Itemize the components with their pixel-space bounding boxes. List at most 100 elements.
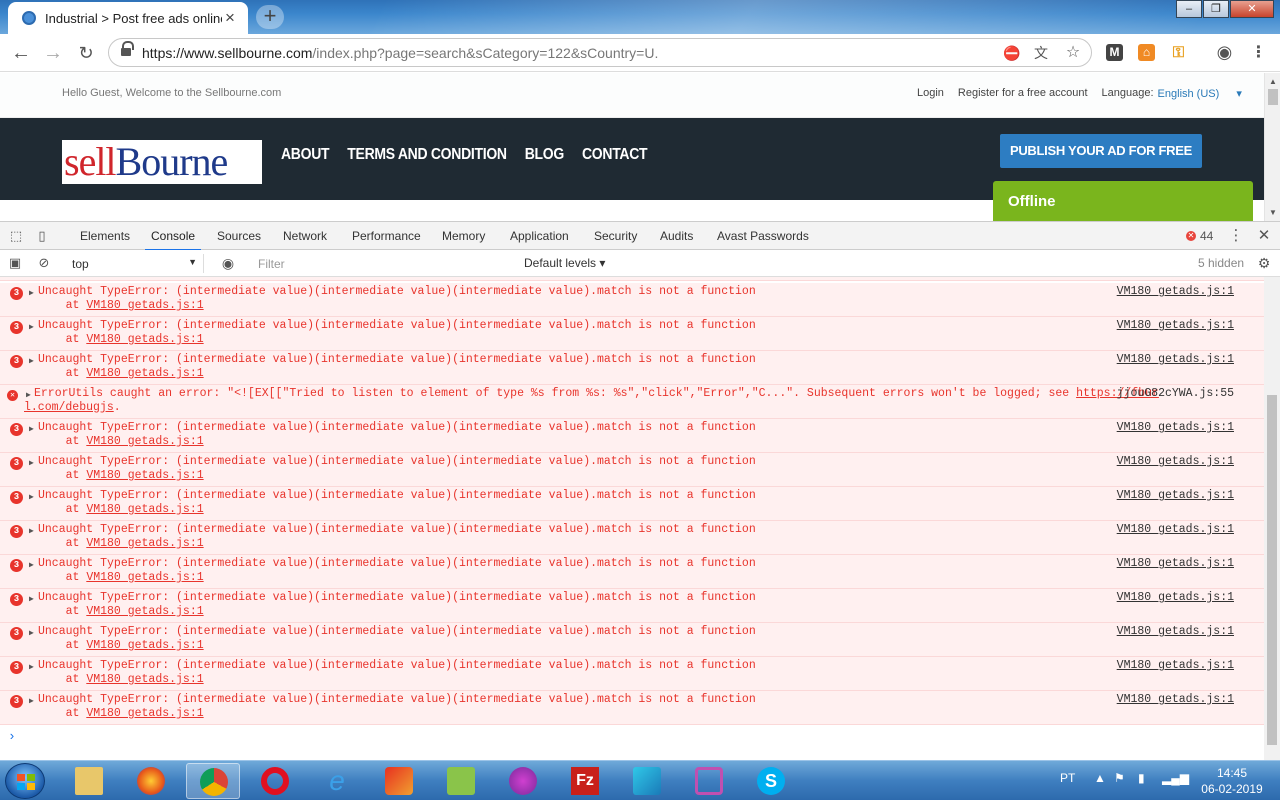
console-error-row[interactable]: 3 ▶ Uncaught TypeError: (intermediate valu… xyxy=(0,487,1264,521)
start-button[interactable] xyxy=(5,763,45,799)
stack-source-link[interactable]: VM180 getads.js:1 xyxy=(86,469,203,482)
stack-source-link[interactable]: VM180 getads.js:1 xyxy=(86,333,203,346)
scroll-up-icon[interactable]: ▲ xyxy=(1269,77,1277,86)
nav-about[interactable]: ABOUT xyxy=(281,144,330,162)
expand-triangle-icon[interactable]: ▶ xyxy=(26,390,31,400)
stack-source-link[interactable]: VM180 getads.js:1 xyxy=(86,605,203,618)
address-bar[interactable]: https://www.sellbourne.com/index.php?pag… xyxy=(108,38,1092,67)
stack-source-link[interactable]: VM180 getads.js:1 xyxy=(86,503,203,516)
source-link[interactable]: VM180 getads.js:1 xyxy=(1117,455,1234,468)
stack-source-link[interactable]: VM180 getads.js:1 xyxy=(86,707,203,720)
tab-security[interactable]: Security xyxy=(594,229,637,243)
taskbar-chrome[interactable] xyxy=(186,763,240,799)
source-link[interactable]: VM180 getads.js:1 xyxy=(1117,489,1234,502)
register-link[interactable]: Register for a free account xyxy=(958,87,1088,100)
taskbar-firefox[interactable] xyxy=(124,763,178,799)
page-scrollbar-thumb[interactable] xyxy=(1268,89,1278,105)
hidden-messages-count[interactable]: 5 hidden xyxy=(1198,256,1244,270)
page-scrollbar[interactable]: ▲ ▼ xyxy=(1264,73,1280,221)
reload-icon[interactable]: ↻ xyxy=(73,40,99,66)
nav-contact[interactable]: CONTACT xyxy=(582,144,648,162)
system-clock[interactable]: 14:45 06-02-2019 xyxy=(1196,765,1268,797)
source-link[interactable]: VM180 getads.js:1 xyxy=(1117,591,1234,604)
taskbar-notepad[interactable] xyxy=(434,763,488,799)
console-error-row[interactable]: 3 ▶ Uncaught TypeError: (intermediate valu… xyxy=(0,351,1264,385)
browser-tab[interactable]: Industrial > Post free ads online × xyxy=(8,2,248,34)
console-settings-gear-icon[interactable]: ⚙ xyxy=(1256,255,1272,271)
nav-terms[interactable]: TERMS AND CONDITION xyxy=(347,144,507,162)
expand-triangle-icon[interactable]: ▶ xyxy=(29,458,34,468)
stack-source-link[interactable]: VM180 getads.js:1 xyxy=(86,299,203,312)
window-close-button[interactable]: ✕ xyxy=(1230,0,1274,18)
toggle-sidebar-icon[interactable]: ▣ xyxy=(7,255,23,271)
console-prompt-caret-icon[interactable]: › xyxy=(8,729,16,744)
expand-triangle-icon[interactable]: ▶ xyxy=(29,526,34,536)
device-toolbar-icon[interactable]: ▯ xyxy=(34,228,50,244)
language-selector[interactable]: English (US) ▾ xyxy=(1158,87,1242,100)
tab-elements[interactable]: Elements xyxy=(80,229,130,243)
source-link[interactable]: VM180 getads.js:1 xyxy=(1117,523,1234,536)
source-link[interactable]: VM180 getads.js:1 xyxy=(1117,285,1234,298)
source-link[interactable]: VM180 getads.js:1 xyxy=(1117,659,1234,672)
profile-avatar-icon[interactable]: ◉ xyxy=(1216,43,1233,61)
error-counter[interactable]: ✕ 44 xyxy=(1186,229,1213,243)
console-error-row[interactable]: 3 ▶ Uncaught TypeError: (intermediate valu… xyxy=(0,317,1264,351)
taskbar-filezilla[interactable]: Fz xyxy=(558,763,612,799)
stack-source-link[interactable]: VM180 getads.js:1 xyxy=(86,367,203,380)
console-error-row[interactable]: 3 ▶ Uncaught TypeError: (intermediate valu… xyxy=(0,555,1264,589)
extension-shopping-icon[interactable]: ⌂ xyxy=(1138,44,1155,61)
tab-avast-passwords[interactable]: Avast Passwords xyxy=(717,229,809,243)
chat-status-widget[interactable]: Offline xyxy=(993,181,1253,221)
translate-icon[interactable]: 文 xyxy=(1033,45,1049,61)
taskbar-video-app[interactable] xyxy=(682,763,736,799)
taskbar-ccleaner[interactable] xyxy=(372,763,426,799)
source-link[interactable]: jjouG82cYWA.js:55 xyxy=(1117,387,1234,400)
console-messages[interactable]: 3 ▶ Uncaught TypeError: (intermediate valu… xyxy=(0,277,1264,761)
minimize-button[interactable]: – xyxy=(1176,0,1202,18)
console-error-row[interactable]: 3 ▶ Uncaught TypeError: (intermediate valu… xyxy=(0,419,1264,453)
network-signal-icon[interactable]: ▂▄▆ xyxy=(1162,771,1189,785)
console-error-row[interactable]: 3 ▶ Uncaught TypeError: (intermediate valu… xyxy=(0,453,1264,487)
console-error-row[interactable]: 3 ▶ Uncaught TypeError: (intermediate valu… xyxy=(0,623,1264,657)
expand-triangle-icon[interactable]: ▶ xyxy=(29,560,34,570)
new-tab-button[interactable]: + xyxy=(256,5,284,29)
back-arrow-icon[interactable]: ← xyxy=(8,40,34,66)
tab-sources[interactable]: Sources xyxy=(217,229,261,243)
source-link[interactable]: VM180 getads.js:1 xyxy=(1117,557,1234,570)
console-error-errorutils[interactable]: ✕ ▶ ErrorUtils caught an error: "<![EX[["T… xyxy=(0,385,1264,419)
nav-blog[interactable]: BLOG xyxy=(525,144,565,162)
expand-triangle-icon[interactable]: ▶ xyxy=(29,424,34,434)
source-link[interactable]: VM180 getads.js:1 xyxy=(1117,693,1234,706)
publish-ad-button[interactable]: PUBLISH YOUR AD FOR FREE xyxy=(1000,134,1202,168)
taskbar-utorrent[interactable] xyxy=(496,763,550,799)
maximize-button[interactable]: ❐ xyxy=(1203,0,1229,18)
console-filter-input[interactable]: Filter xyxy=(252,254,516,273)
console-error-row[interactable]: 3 ▶ Uncaught TypeError: (intermediate valu… xyxy=(0,521,1264,555)
login-link[interactable]: Login xyxy=(917,87,944,100)
action-center-flag-icon[interactable]: ⚑ xyxy=(1114,771,1125,785)
debug-link-continued[interactable]: l.com/debugjs xyxy=(24,401,114,414)
expand-triangle-icon[interactable]: ▶ xyxy=(29,288,34,298)
tab-network[interactable]: Network xyxy=(283,229,327,243)
forward-arrow-icon[interactable]: → xyxy=(40,40,66,66)
devtools-menu-icon[interactable]: ⋮ xyxy=(1228,228,1244,244)
source-link[interactable]: VM180 getads.js:1 xyxy=(1117,625,1234,638)
expand-triangle-icon[interactable]: ▶ xyxy=(29,662,34,672)
sellbourne-logo[interactable]: sellBourne xyxy=(62,140,262,184)
source-link[interactable]: VM180 getads.js:1 xyxy=(1117,353,1234,366)
log-levels-dropdown[interactable]: Default levels ▾ xyxy=(524,256,605,270)
stack-source-link[interactable]: VM180 getads.js:1 xyxy=(86,673,203,686)
expand-triangle-icon[interactable]: ▶ xyxy=(29,492,34,502)
stack-source-link[interactable]: VM180 getads.js:1 xyxy=(86,571,203,584)
expand-triangle-icon[interactable]: ▶ xyxy=(29,322,34,332)
blocked-content-icon[interactable]: ⛔ xyxy=(1003,45,1020,61)
taskbar-opera[interactable] xyxy=(248,763,302,799)
extension-key-icon[interactable]: ⚿ xyxy=(1170,44,1187,61)
bookmark-star-icon[interactable]: ☆ xyxy=(1065,45,1081,61)
tab-console[interactable]: Console xyxy=(144,229,202,251)
tab-memory[interactable]: Memory xyxy=(442,229,485,243)
expand-triangle-icon[interactable]: ▶ xyxy=(29,628,34,638)
stack-source-link[interactable]: VM180 getads.js:1 xyxy=(86,639,203,652)
expand-triangle-icon[interactable]: ▶ xyxy=(29,696,34,706)
console-scrollbar[interactable] xyxy=(1264,277,1280,761)
